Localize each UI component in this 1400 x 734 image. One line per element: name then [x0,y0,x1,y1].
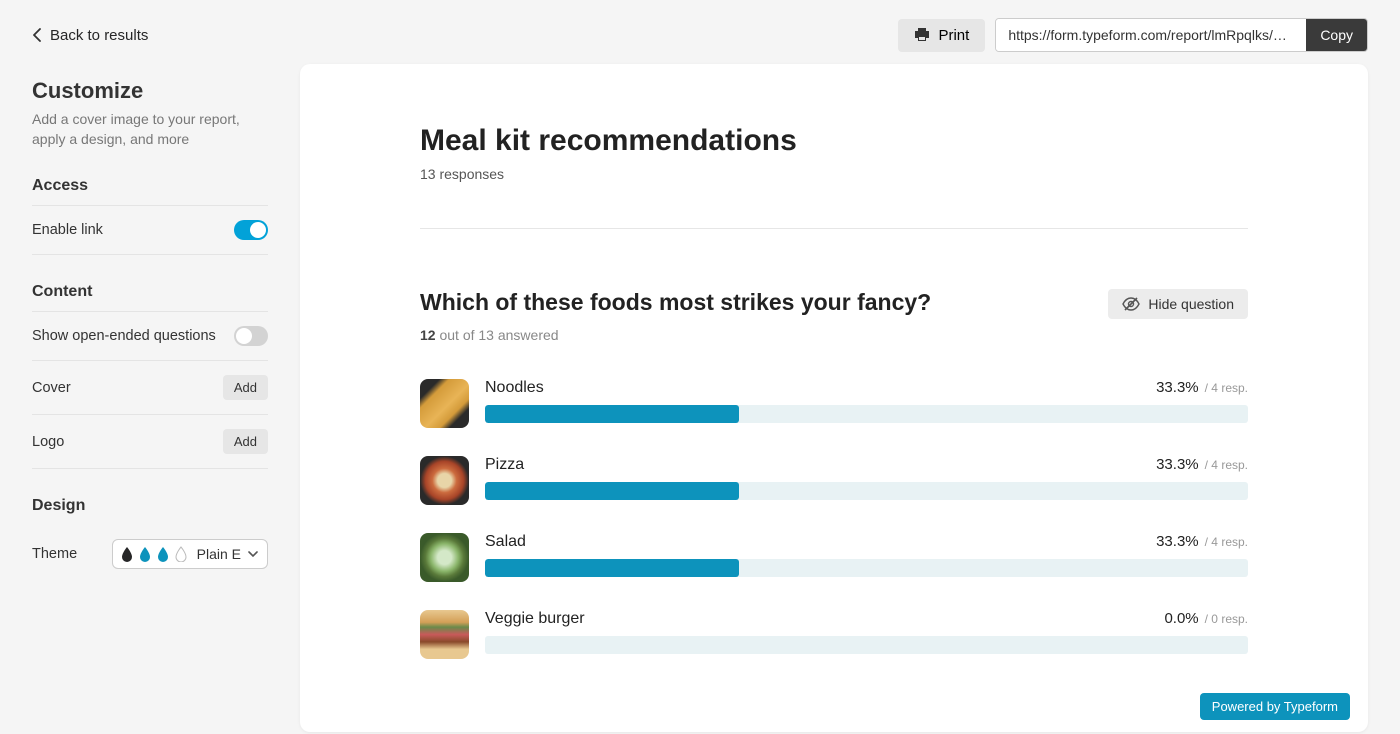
option-stats: 33.3% / 4 resp. [1156,379,1248,396]
option-top: Salad 33.3% / 4 resp. [485,533,1248,551]
bar-fill [485,482,739,500]
chevron-left-icon [32,28,42,42]
option-responses: / 4 resp. [1205,458,1248,472]
drop-icon [139,546,151,562]
cover-label: Cover [32,380,71,396]
options-list: Noodles 33.3% / 4 resp. Pizza 33.3% / 4 … [420,379,1248,659]
topbar: Back to results Print Copy [0,0,1400,64]
logo-row: Logo Add [32,415,268,469]
option-responses: / 4 resp. [1205,535,1248,549]
question-title: Which of these foods most strikes your f… [420,289,931,316]
enable-link-toggle[interactable] [234,220,268,240]
share-url-group: Copy [995,18,1368,52]
option-thumbnail [420,456,469,505]
sidebar-title: Customize [32,78,268,104]
option-body: Noodles 33.3% / 4 resp. [485,379,1248,423]
option-body: Pizza 33.3% / 4 resp. [485,456,1248,500]
answered-rest: out of 13 answered [436,327,559,343]
share-url-input[interactable] [996,19,1306,51]
topbar-actions: Print Copy [898,18,1368,52]
print-label: Print [938,27,969,44]
open-ended-label: Show open-ended questions [32,328,216,344]
option-top: Veggie burger 0.0% / 0 resp. [485,610,1248,628]
toggle-knob [236,328,252,344]
drop-icon [175,546,187,562]
print-button[interactable]: Print [898,19,985,52]
bar-track [485,405,1248,423]
open-ended-row: Show open-ended questions [32,312,268,361]
option-row: Salad 33.3% / 4 resp. [420,533,1248,582]
option-thumbnail [420,379,469,428]
option-percent: 33.3% [1156,533,1199,550]
copy-button[interactable]: Copy [1306,19,1367,51]
sidebar: Customize Add a cover image to your repo… [0,64,300,732]
toggle-knob [250,222,266,238]
option-row: Pizza 33.3% / 4 resp. [420,456,1248,505]
option-top: Pizza 33.3% / 4 resp. [485,456,1248,474]
add-cover-button[interactable]: Add [223,375,268,400]
option-body: Salad 33.3% / 4 resp. [485,533,1248,577]
response-count: 13 responses [420,166,1248,182]
answered-count: 12 out of 13 answered [420,327,1248,343]
enable-link-row: Enable link [32,206,268,255]
option-label: Pizza [485,456,524,474]
divider [420,228,1248,229]
bar-fill [485,405,739,423]
hide-question-button[interactable]: Hide question [1108,289,1248,319]
option-label: Salad [485,533,526,551]
eye-off-icon [1122,297,1140,311]
option-stats: 0.0% / 0 resp. [1164,610,1248,627]
bar-track [485,636,1248,654]
option-row: Noodles 33.3% / 4 resp. [420,379,1248,428]
question-header: Which of these foods most strikes your f… [420,289,1248,319]
theme-row: Theme Plain E [32,525,268,583]
bar-track [485,559,1248,577]
bar-track [485,482,1248,500]
logo-label: Logo [32,434,64,450]
report-title: Meal kit recommendations [420,124,1248,158]
theme-label: Theme [32,546,77,562]
back-label: Back to results [50,27,148,44]
option-percent: 33.3% [1156,456,1199,473]
option-stats: 33.3% / 4 resp. [1156,533,1248,550]
theme-select[interactable]: Plain E [112,539,268,569]
option-percent: 0.0% [1164,610,1198,627]
option-responses: / 4 resp. [1205,381,1248,395]
option-label: Veggie burger [485,610,585,628]
drop-icon [157,546,169,562]
access-section-title: Access [32,177,268,206]
design-section-title: Design [32,497,268,525]
option-responses: / 0 resp. [1205,612,1248,626]
theme-value: Plain E [197,546,241,562]
main-layout: Customize Add a cover image to your repo… [0,64,1400,732]
drop-icon [121,546,133,562]
cover-row: Cover Add [32,361,268,415]
report-panel: Meal kit recommendations 13 responses Wh… [300,64,1368,732]
option-percent: 33.3% [1156,379,1199,396]
open-ended-toggle[interactable] [234,326,268,346]
option-thumbnail [420,610,469,659]
option-stats: 33.3% / 4 resp. [1156,456,1248,473]
sidebar-description: Add a cover image to your report, apply … [32,110,268,149]
chevron-down-icon [247,548,259,560]
powered-by-badge[interactable]: Powered by Typeform [1200,693,1350,720]
enable-link-label: Enable link [32,222,103,238]
answered-bold: 12 [420,327,436,343]
printer-icon [914,28,930,42]
bar-fill [485,559,739,577]
option-top: Noodles 33.3% / 4 resp. [485,379,1248,397]
option-label: Noodles [485,379,544,397]
content-section-title: Content [32,283,268,312]
option-thumbnail [420,533,469,582]
back-to-results-link[interactable]: Back to results [32,27,148,44]
hide-question-label: Hide question [1148,296,1234,312]
add-logo-button[interactable]: Add [223,429,268,454]
option-row: Veggie burger 0.0% / 0 resp. [420,610,1248,659]
option-body: Veggie burger 0.0% / 0 resp. [485,610,1248,654]
